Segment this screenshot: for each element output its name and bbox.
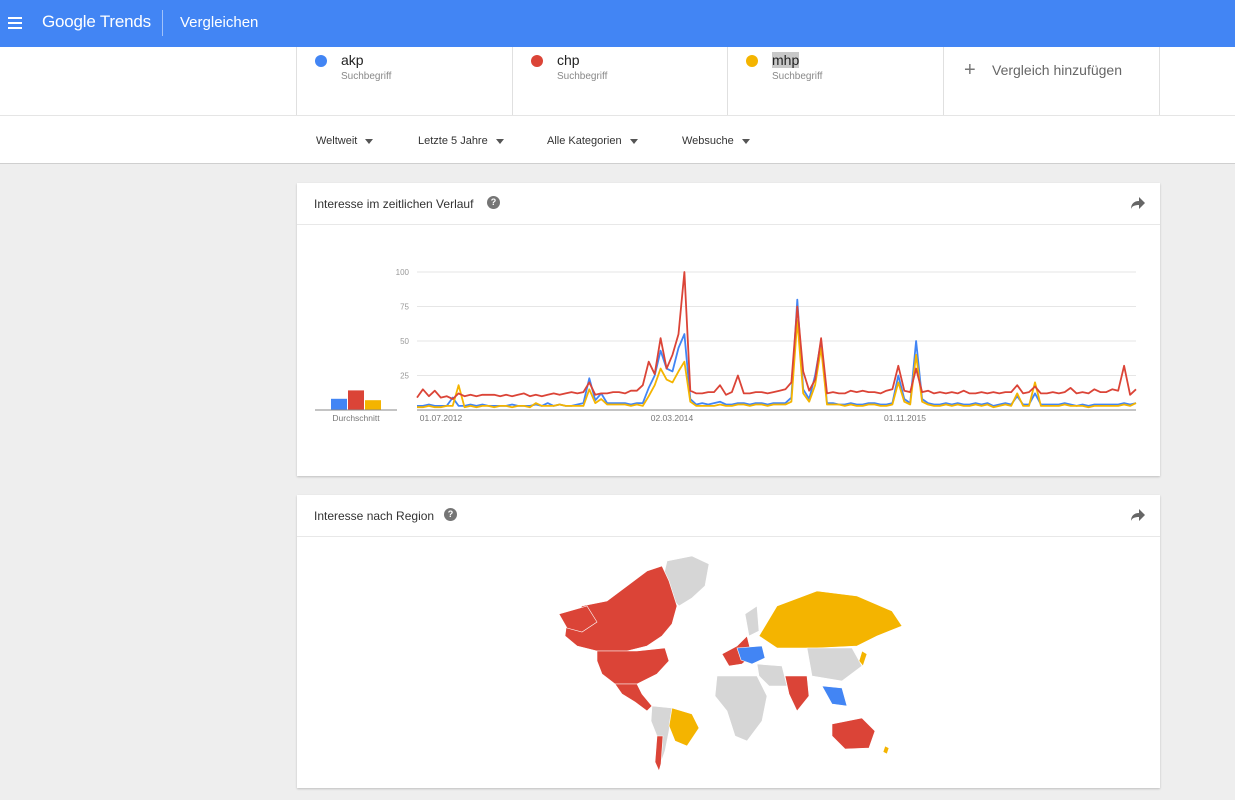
filter-region-dropdown[interactable]: Weltweit — [316, 135, 374, 147]
map-region-southeast-asia — [821, 685, 848, 707]
term-color-dot — [531, 55, 543, 67]
map-region-usa — [596, 647, 670, 685]
term-color-dot — [746, 55, 758, 67]
header-divider — [162, 10, 163, 36]
filter-bar: Weltweit Letzte 5 Jahre Alle Kategorien … — [0, 115, 1235, 164]
x-tick-label: 02.03.2014 — [651, 413, 694, 423]
term-card-akp[interactable]: akp Suchbegriff — [296, 47, 513, 115]
y-tick-label: 25 — [400, 372, 409, 381]
card-header: Interesse im zeitlichen Verlauf ? — [297, 183, 1160, 225]
x-tick-label: 01.07.2012 — [420, 413, 463, 423]
dropdown-caret-icon — [365, 138, 374, 144]
term-type: Suchbegriff — [772, 71, 823, 82]
compare-terms-bar: akp Suchbegriff chp Suchbegriff mhp Such… — [0, 47, 1235, 115]
map-region-brazil — [668, 707, 700, 747]
term-card-mhp[interactable]: mhp Suchbegriff — [727, 47, 944, 115]
help-icon[interactable]: ? — [487, 196, 500, 209]
card-title: Interesse nach Region — [314, 509, 435, 523]
y-tick-label: 50 — [400, 337, 409, 346]
google-trends-logo[interactable]: Google Trends — [42, 12, 151, 32]
interest-over-time-chart[interactable]: 25 50 75 100 01.07.2012 02.03.2014 01.11.2015 D… — [297, 224, 1160, 476]
add-comparison-label: Vergleich hinzufügen — [992, 62, 1122, 78]
interest-by-region-card: Interesse nach Region ? — [297, 495, 1160, 788]
map-region-australia — [831, 717, 876, 750]
interest-over-time-card: Interesse im zeitlichen Verlauf ? 25 50 75… — [297, 183, 1160, 476]
y-tick-label: 100 — [396, 268, 410, 277]
app-header: Google Trends Vergleichen — [0, 0, 1235, 47]
map-region-middle-east — [756, 663, 788, 687]
filter-time-dropdown[interactable]: Letzte 5 Jahre — [418, 135, 504, 147]
term-name[interactable]: chp — [557, 52, 580, 68]
page-title: Vergleichen — [180, 14, 259, 31]
x-tick-label: 01.11.2015 — [884, 413, 926, 423]
series-line-akp — [417, 298, 1137, 407]
dropdown-caret-icon — [495, 138, 504, 144]
dropdown-caret-icon — [741, 138, 750, 144]
dropdown-caret-icon — [629, 138, 638, 144]
map-region-scandinavia — [744, 605, 760, 637]
add-comparison-button[interactable]: + Vergleich hinzufügen — [943, 47, 1160, 115]
share-icon[interactable] — [1130, 508, 1146, 522]
map-region-africa — [714, 675, 768, 742]
card-title: Interesse im zeitlichen Verlauf — [314, 197, 474, 211]
average-label: Durchschnitt — [332, 413, 380, 423]
world-map[interactable] — [297, 536, 1160, 788]
map-region-china — [806, 647, 863, 682]
term-type: Suchbegriff — [557, 71, 608, 82]
y-tick-label: 75 — [400, 303, 409, 312]
plus-icon: + — [964, 59, 976, 81]
filter-category-dropdown[interactable]: Alle Kategorien — [547, 135, 638, 147]
term-type: Suchbegriff — [341, 71, 392, 82]
map-region-new-zealand — [882, 745, 890, 755]
term-color-dot — [315, 55, 327, 67]
average-bar-akp — [331, 398, 347, 410]
term-name[interactable]: mhp — [772, 52, 800, 68]
map-region-india — [784, 675, 810, 712]
average-bar-chp — [348, 390, 364, 410]
term-name[interactable]: akp — [341, 52, 364, 68]
share-icon[interactable] — [1130, 196, 1146, 210]
help-icon[interactable]: ? — [444, 508, 457, 521]
hamburger-menu-icon[interactable] — [6, 14, 24, 32]
term-card-chp[interactable]: chp Suchbegriff — [512, 47, 728, 115]
filter-search-type-dropdown[interactable]: Websuche — [682, 135, 750, 147]
card-header: Interesse nach Region ? — [297, 495, 1160, 537]
map-region-russia — [758, 590, 903, 649]
map-region-chile — [654, 735, 664, 772]
average-bar-mhp — [365, 400, 381, 410]
series-line-chp — [416, 271, 1137, 400]
map-region-mexico — [614, 683, 653, 712]
